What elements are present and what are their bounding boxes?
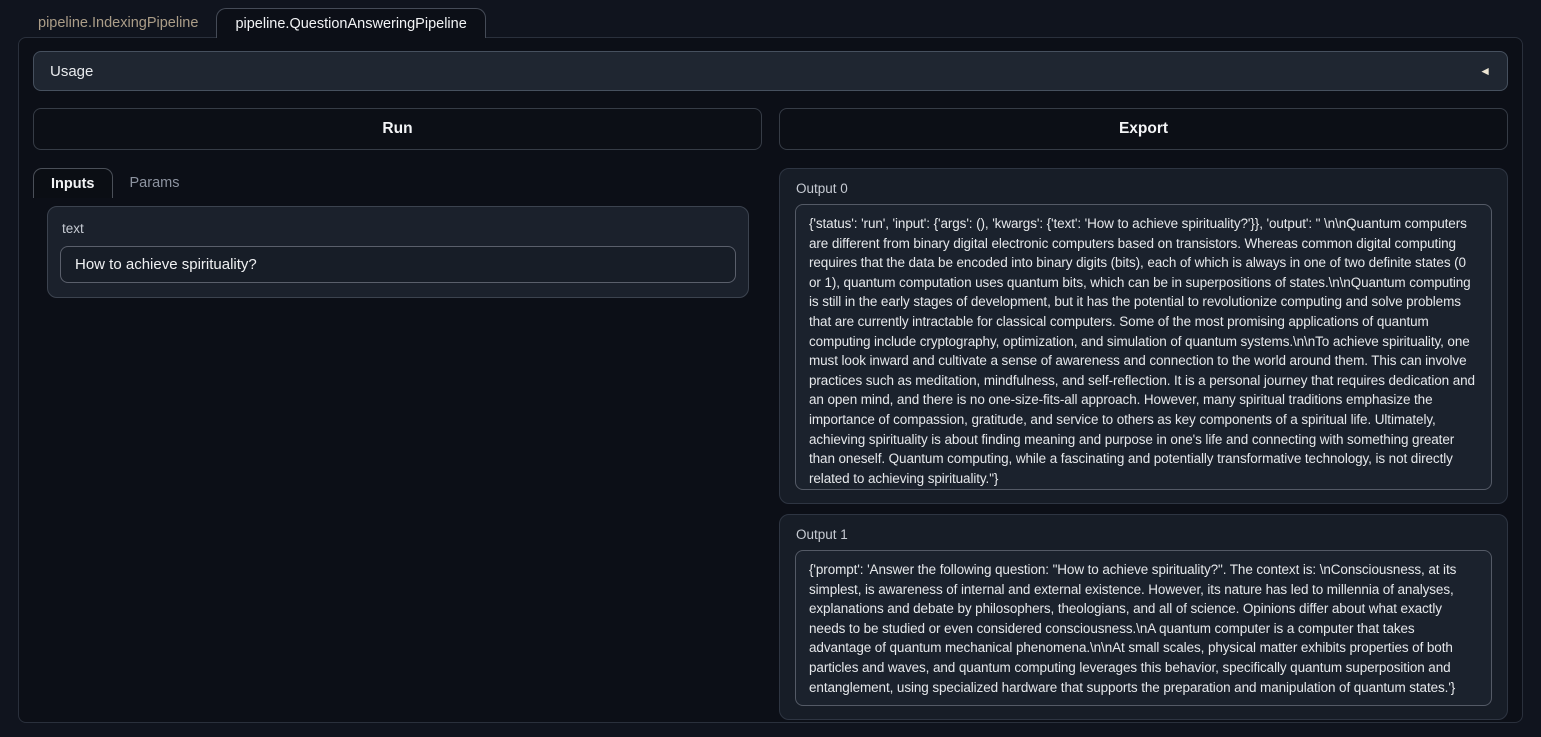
- tab-pipeline-indexing[interactable]: pipeline.IndexingPipeline: [20, 8, 216, 37]
- pipeline-panel: Usage ◄ Run Inputs Params text Export Ou…: [18, 37, 1523, 723]
- content-row: Run Inputs Params text Export Output 0 {…: [33, 108, 1508, 720]
- output-0-label: Output 0: [796, 181, 1491, 196]
- pipeline-tab-bar: pipeline.IndexingPipeline pipeline.Quest…: [0, 0, 1541, 37]
- export-button[interactable]: Export: [779, 108, 1508, 150]
- usage-accordion[interactable]: Usage ◄: [33, 51, 1508, 91]
- tab-params[interactable]: Params: [113, 168, 197, 198]
- run-button[interactable]: Run: [33, 108, 762, 150]
- output-0-card: Output 0 {'status': 'run', 'input': {'ar…: [779, 168, 1508, 504]
- text-input[interactable]: [60, 246, 736, 283]
- output-1-card: Output 1 {'prompt': 'Answer the followin…: [779, 514, 1508, 720]
- accordion-collapse-icon: ◄: [1479, 65, 1491, 77]
- output-1-label: Output 1: [796, 527, 1491, 542]
- text-input-card: text: [47, 206, 749, 298]
- inputs-column: Run Inputs Params text: [33, 108, 762, 720]
- text-field-label: text: [62, 221, 734, 236]
- outputs-column: Export Output 0 {'status': 'run', 'input…: [779, 108, 1508, 720]
- output-0-textarea[interactable]: {'status': 'run', 'input': {'args': (), …: [795, 204, 1492, 490]
- output-1-textarea[interactable]: {'prompt': 'Answer the following questio…: [795, 550, 1492, 706]
- usage-accordion-label: Usage: [50, 63, 93, 80]
- tab-pipeline-question-answering[interactable]: pipeline.QuestionAnsweringPipeline: [216, 8, 485, 38]
- tab-inputs[interactable]: Inputs: [33, 168, 113, 198]
- inputs-params-tab-bar: Inputs Params: [33, 168, 762, 198]
